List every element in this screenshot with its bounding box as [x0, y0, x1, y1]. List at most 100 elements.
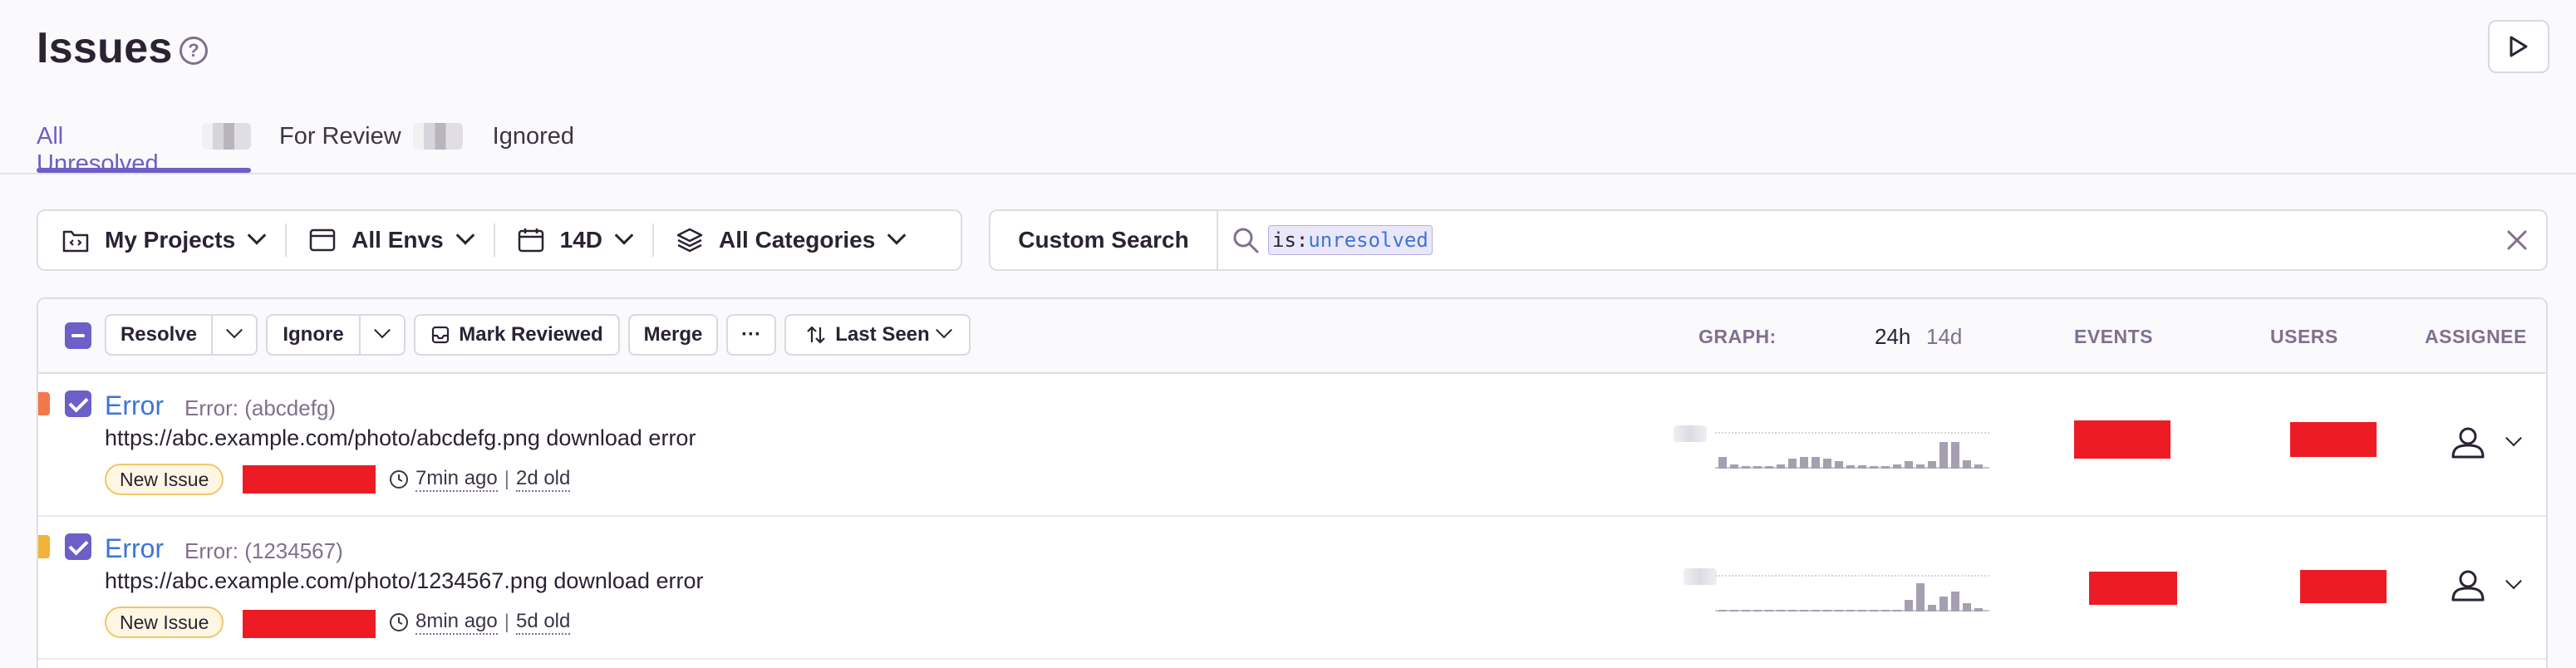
search-icon: [1233, 228, 1259, 253]
level-indicator: [38, 535, 50, 558]
sparkline-bar: [1753, 466, 1762, 469]
table-row[interactable]: Error Error: (abcdefg) https://abc.examp…: [38, 374, 2546, 517]
clock-icon: [390, 470, 408, 489]
redacted-users-count: [2290, 422, 2377, 457]
issue-title-link[interactable]: Error: [105, 533, 164, 564]
last-seen[interactable]: 7min ago: [415, 467, 498, 492]
window-icon: [309, 228, 336, 252]
ignore-dropdown[interactable]: [359, 314, 406, 356]
issue-message: https://abc.example.com/photo/abcdefg.pn…: [105, 425, 696, 450]
search-bar: Custom Search is:unresolved: [989, 209, 2548, 271]
tab-count: [412, 123, 463, 150]
tab-label: Ignored: [492, 123, 575, 150]
graph-period-14d[interactable]: 14d: [1926, 324, 1962, 350]
sparkline-bar: [1823, 610, 1831, 612]
sparkline-bar: [1835, 610, 1843, 612]
play-button[interactable]: [2488, 20, 2549, 73]
tab-label: For Review: [279, 123, 401, 150]
sparkline-bar: [1858, 610, 1866, 612]
sort-label: Last Seen: [835, 323, 930, 346]
help-icon[interactable]: ?: [179, 37, 208, 65]
issue-time-info: 7min ago | 2d old: [389, 467, 571, 492]
mark-reviewed-label: Mark Reviewed: [459, 323, 603, 346]
tab-ignored[interactable]: Ignored: [493, 123, 574, 173]
resolve-button[interactable]: Resolve: [105, 314, 213, 356]
first-seen-age[interactable]: 2d old: [515, 467, 571, 492]
category-filter-label: All Categories: [719, 227, 876, 253]
last-seen[interactable]: 8min ago: [415, 610, 498, 635]
table-header: Resolve Ignore Mark Reviewed Merge ··· L…: [38, 299, 2546, 374]
sparkline-bar: [1928, 461, 1936, 469]
sparkline-bar: [1893, 464, 1901, 469]
graph-period-24h[interactable]: 24h: [1875, 324, 1910, 350]
more-actions-button[interactable]: ···: [726, 314, 776, 356]
redacted-events-count: [2074, 420, 2170, 459]
row-checkbox[interactable]: [65, 533, 91, 560]
sparkline-bar: [1835, 461, 1843, 469]
merge-label: Merge: [643, 323, 703, 346]
sparkline-bar: [1974, 464, 1983, 469]
sparkline-bar: [1905, 461, 1913, 469]
tab-count: [201, 123, 251, 150]
sparkline-bar: [1812, 457, 1820, 469]
issue-title-link[interactable]: Error: [105, 390, 164, 421]
sparkline-bar: [1777, 610, 1785, 612]
chevron-down-icon: [2505, 572, 2522, 590]
event-sparkline: [1715, 432, 1989, 469]
row-checkbox[interactable]: [65, 390, 91, 417]
issue-message: https://abc.example.com/photo/1234567.pn…: [105, 568, 704, 593]
table-row[interactable]: Error Error: (1234567) https://abc.examp…: [38, 517, 2546, 660]
project-filter-label: My Projects: [105, 227, 236, 253]
assignee-selector[interactable]: [2450, 425, 2522, 460]
calendar-icon: [518, 228, 543, 253]
chevron-down-icon: [247, 226, 267, 245]
chevron-down-icon: [614, 226, 634, 245]
assignee-column-label: ASSIGNEE: [2425, 326, 2527, 347]
ignore-label: Ignore: [283, 323, 344, 346]
events-column-label: EVENTS: [2074, 326, 2154, 347]
chevron-down-icon: [455, 226, 474, 245]
sparkline-bar: [1916, 464, 1925, 469]
chevron-down-icon: [887, 226, 907, 245]
sparkline-bar: [1777, 464, 1785, 469]
merge-button[interactable]: Merge: [628, 314, 718, 356]
page-title: Issues: [37, 24, 173, 72]
search-input[interactable]: is:unresolved: [1268, 225, 1433, 255]
chevron-down-icon: [935, 322, 952, 339]
select-all-checkbox[interactable]: [65, 322, 91, 349]
close-icon[interactable]: [2505, 228, 2529, 253]
tab-all-unresolved[interactable]: All Unresolved: [37, 123, 251, 177]
tab-for-review[interactable]: For Review: [279, 123, 463, 173]
search-token-value: unresolved: [1308, 228, 1428, 252]
issue-time-info: 8min ago | 5d old: [389, 610, 571, 635]
level-indicator: [38, 392, 50, 415]
chevron-down-icon: [226, 322, 243, 339]
sparkline-bar: [1963, 460, 1971, 469]
category-filter[interactable]: All Categories: [654, 211, 925, 269]
resolve-dropdown[interactable]: [211, 314, 258, 356]
date-filter-label: 14D: [559, 227, 603, 253]
ignore-button[interactable]: Ignore: [266, 314, 361, 356]
sparkline-bar: [1939, 442, 1948, 469]
sparkline-bar: [1974, 608, 1983, 612]
custom-search-button[interactable]: Custom Search: [991, 211, 1218, 269]
sparkline-bar: [1893, 610, 1901, 612]
sparkline-reference-line: [1715, 575, 1989, 577]
sparkline-bar: [1788, 459, 1797, 469]
sparkline-bar: [1753, 610, 1762, 612]
user-icon: [2451, 427, 2485, 459]
environment-filter[interactable]: All Envs: [287, 211, 493, 269]
event-sparkline: [1715, 575, 1989, 612]
date-filter[interactable]: 14D: [495, 211, 652, 269]
sparkline-bar: [1881, 466, 1890, 469]
sparkline-bar: [1928, 605, 1936, 612]
status-badge: New Issue: [105, 464, 224, 495]
sparkline-bar: [1718, 610, 1727, 612]
first-seen-age[interactable]: 5d old: [515, 610, 571, 635]
assignee-selector[interactable]: [2450, 568, 2522, 603]
sparkline-bar: [1800, 610, 1808, 612]
divider: |: [504, 611, 509, 633]
mark-reviewed-button[interactable]: Mark Reviewed: [414, 314, 620, 356]
sort-button[interactable]: Last Seen: [784, 314, 971, 356]
project-filter[interactable]: My Projects: [38, 211, 285, 269]
